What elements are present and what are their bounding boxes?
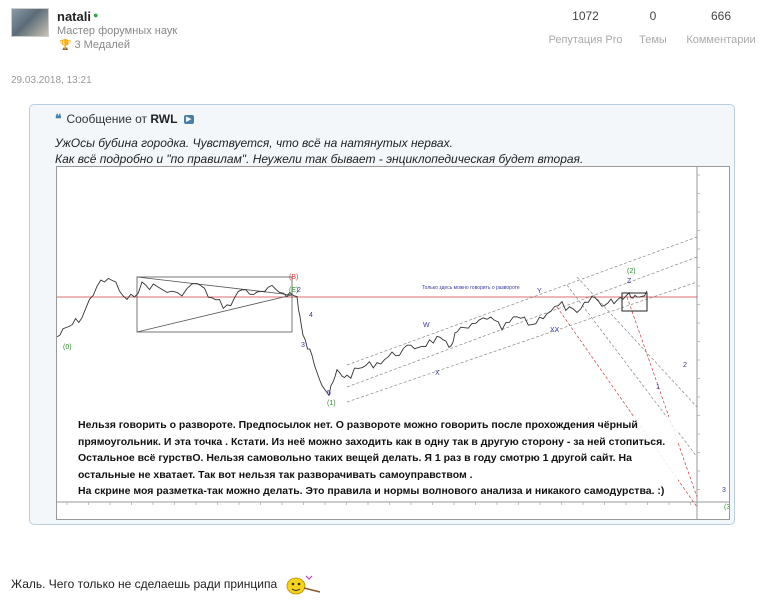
quote-header: ❝ Сообщение от RWL ▶ bbox=[55, 112, 194, 126]
wave-label: 2 bbox=[297, 287, 301, 294]
wave-label: 2 bbox=[683, 362, 687, 369]
quote-line: Как всё подробно и "по правилам". Неужел… bbox=[55, 152, 584, 166]
chart-annotation: Нельзя говорить о развороте. Предпосылок… bbox=[78, 417, 678, 500]
wave-label: 5 bbox=[327, 390, 331, 397]
wave-label: (0) bbox=[63, 344, 72, 351]
smiley-emoticon-icon bbox=[280, 572, 322, 598]
wave-label: (2) bbox=[627, 268, 636, 275]
wave-label: Z bbox=[627, 278, 632, 285]
wave-label: (3) bbox=[724, 504, 729, 511]
annotation-line: Остальное всё гурствО. Нельзя самовольно… bbox=[78, 452, 632, 464]
wave-label: XX bbox=[550, 327, 560, 334]
quote-block: ❝ Сообщение от RWL ▶ УжОсы бубина городка… bbox=[29, 104, 735, 525]
username[interactable]: natali bbox=[57, 9, 91, 24]
post-date: 29.03.2018, 13:21 bbox=[11, 75, 92, 86]
quote-line: УжОсы бубина городка. Чувствуется, что в… bbox=[55, 136, 453, 150]
medals-count: 3 Медалей bbox=[74, 39, 131, 51]
stat-value: 0 bbox=[649, 9, 657, 23]
quote-text: УжОсы бубина городка. Чувствуется, что в… bbox=[55, 135, 583, 167]
wave-label: W bbox=[423, 322, 430, 329]
wave-label: (1) bbox=[327, 400, 336, 407]
user-rank: Мастер форумных наук bbox=[57, 25, 178, 37]
quote-icon: ❝ bbox=[55, 112, 62, 126]
wave-label: 4 bbox=[309, 312, 313, 319]
chart-screenshot[interactable]: Только здесь можно говорить о развороте … bbox=[56, 166, 730, 520]
quote-label: Сообщение от bbox=[66, 112, 148, 126]
wave-label: X bbox=[435, 370, 440, 377]
stat-topics: 0 Темы bbox=[632, 9, 674, 46]
post-text-content: Жаль. Чего только не сделаешь ради принц… bbox=[11, 577, 278, 592]
chart-note: Только здесь можно говорить о развороте bbox=[422, 285, 520, 291]
annotation-line: Нельзя говорить о развороте. Предпосылок… bbox=[78, 419, 638, 431]
stat-label: Комментарии bbox=[686, 34, 756, 46]
wave-label: 3 bbox=[722, 487, 726, 494]
stat-label: Репутация Pro bbox=[548, 34, 623, 46]
annotation-line: прямоугольник. И эта точка . Кстати. Из … bbox=[78, 435, 666, 448]
online-status-icon: ● bbox=[93, 10, 99, 20]
avatar[interactable] bbox=[11, 8, 49, 37]
stat-value: 666 bbox=[710, 9, 732, 23]
go-to-post-icon[interactable]: ▶ bbox=[183, 115, 194, 125]
stat-label: Темы bbox=[639, 34, 667, 46]
annotation-line: На скрине моя разметка-так можно делать.… bbox=[78, 485, 665, 497]
medals-link[interactable]: 🏆 3 Медалей bbox=[59, 39, 130, 51]
wave-label: (B) bbox=[289, 274, 298, 281]
annotation-line: остальные не хватает. Так вот нельзя так… bbox=[78, 468, 473, 481]
wave-label: 3 bbox=[301, 342, 305, 349]
stat-reputation: 1072 Репутация Pro bbox=[548, 9, 623, 46]
wave-label: 1 bbox=[656, 384, 660, 391]
stat-value: 1072 bbox=[572, 9, 599, 23]
wave-label: Y bbox=[537, 288, 542, 295]
trophy-icon: 🏆 bbox=[59, 40, 72, 51]
quote-author[interactable]: RWL bbox=[150, 112, 177, 126]
stat-comments: 666 Комментарии bbox=[685, 9, 757, 46]
post-text: Жаль. Чего только не сделаешь ради принц… bbox=[11, 572, 322, 598]
